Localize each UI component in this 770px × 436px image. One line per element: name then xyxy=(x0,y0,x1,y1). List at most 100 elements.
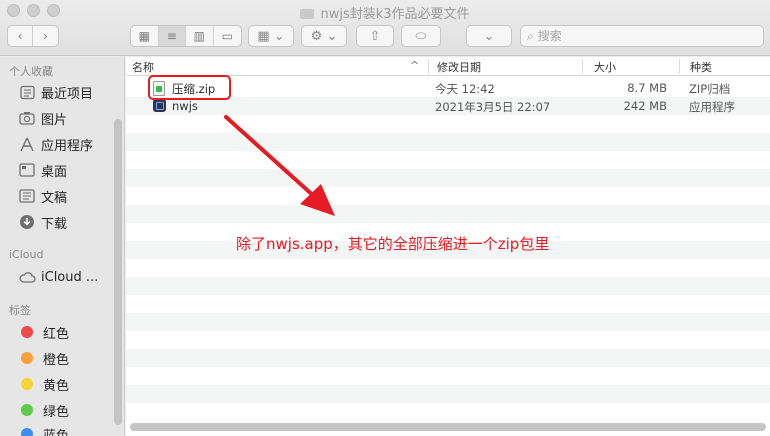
window-title: nwjs封装k3作品必要文件 xyxy=(0,3,770,22)
share-button[interactable]: ⇧ xyxy=(356,25,394,47)
empty-row xyxy=(126,151,770,169)
camera-icon xyxy=(18,110,36,126)
sidebar-item-recents[interactable]: 最近项目 xyxy=(18,81,93,103)
list-view-button[interactable]: ≡ xyxy=(158,26,186,46)
sidebar-item-icloud-drive[interactable]: iCloud ... xyxy=(18,266,98,288)
orange-tag-icon xyxy=(21,352,33,364)
sidebar-tag-yellow[interactable]: 黄色 xyxy=(18,373,69,395)
empty-row xyxy=(126,313,770,331)
sidebar-item-label: 下载 xyxy=(41,216,68,232)
clock-icon xyxy=(18,84,36,100)
sidebar-item-label: 橙色 xyxy=(43,352,70,368)
file-kind: 应用程序 xyxy=(689,100,735,114)
empty-row xyxy=(126,187,770,205)
empty-row xyxy=(126,367,770,385)
search-field[interactable]: ⌕ xyxy=(520,25,764,47)
columns-icon: ▥ xyxy=(193,29,205,43)
sidebar-scrollbar[interactable] xyxy=(114,119,122,425)
empty-row xyxy=(126,133,770,151)
yellow-tag-icon xyxy=(21,378,33,390)
nav-buttons: ‹ › xyxy=(7,25,59,47)
chevron-right-icon: › xyxy=(43,29,48,43)
gallery-view-button[interactable]: ▭ xyxy=(214,26,241,46)
horizontal-scrollbar[interactable] xyxy=(130,423,766,431)
sidebar-item-applications[interactable]: 应用程序 xyxy=(18,133,93,155)
empty-row xyxy=(126,205,770,223)
sidebar-tag-red[interactable]: 红色 xyxy=(18,321,69,343)
sidebar-tag-blue[interactable]: 蓝色 xyxy=(18,423,69,436)
nwjs-app-icon xyxy=(153,99,166,112)
sidebar-tag-green[interactable]: 绿色 xyxy=(18,399,69,421)
share-icon: ⇧ xyxy=(369,28,381,44)
sidebar-item-label: iCloud ... xyxy=(41,269,99,285)
empty-row xyxy=(126,277,770,295)
empty-row xyxy=(126,331,770,349)
favorites-header: 个人收藏 xyxy=(9,65,53,78)
blue-tag-icon xyxy=(21,428,33,436)
empty-row xyxy=(126,349,770,367)
list-icon: ≡ xyxy=(166,29,177,43)
file-name: nwjs xyxy=(172,99,198,113)
sidebar-item-desktop[interactable]: 桌面 xyxy=(18,159,67,181)
empty-row xyxy=(126,259,770,277)
sidebar-item-label: 最近项目 xyxy=(41,86,94,102)
green-tag-icon xyxy=(21,404,33,416)
empty-row xyxy=(126,385,770,403)
sort-indicator-icon: ^ xyxy=(410,59,420,72)
tag-icon: ⬭ xyxy=(415,28,427,44)
apps-icon xyxy=(18,136,36,152)
column-modified[interactable]: 修改日期 xyxy=(437,59,481,75)
file-kind: ZIP归档 xyxy=(689,82,731,96)
chevron-left-icon: ‹ xyxy=(17,29,23,43)
column-header: 名称 ^ 修改日期 大小 种类 xyxy=(126,57,770,76)
grid-icon: ▦ xyxy=(138,29,150,43)
search-input[interactable] xyxy=(537,29,738,43)
download-icon xyxy=(18,214,36,230)
view-mode-segment: ▦ ≡ ▥ ▭ xyxy=(130,25,242,47)
sidebar-item-label: 图片 xyxy=(41,112,68,128)
sidebar-item-label: 应用程序 xyxy=(41,138,94,154)
sidebar-tag-orange[interactable]: 橙色 xyxy=(18,347,69,369)
column-separator xyxy=(428,59,429,74)
empty-row xyxy=(126,169,770,187)
column-name[interactable]: 名称 xyxy=(132,59,154,75)
sidebar-item-downloads[interactable]: 下载 xyxy=(18,211,67,233)
highlight-box xyxy=(148,75,231,100)
annotation-text: 除了nwjs.app，其它的全部压缩进一个zip包里 xyxy=(236,235,550,253)
red-tag-icon xyxy=(21,326,33,338)
cloud-icon xyxy=(18,269,36,285)
empty-row xyxy=(126,295,770,313)
back-button[interactable]: ‹ xyxy=(8,26,33,46)
sidebar: 个人收藏 最近项目 图片 应用程序 桌面 文稿 下载 iCloud iCloud… xyxy=(0,57,125,436)
chevron-down-icon: ⌄ xyxy=(483,28,495,44)
column-size[interactable]: 大小 xyxy=(594,59,616,75)
search-icon: ⌕ xyxy=(527,28,534,43)
column-view-button[interactable]: ▥ xyxy=(186,26,214,46)
empty-row xyxy=(126,115,770,133)
sidebar-item-label: 文稿 xyxy=(41,190,68,206)
sidebar-item-documents[interactable]: 文稿 xyxy=(18,185,67,207)
desktop-icon xyxy=(18,162,36,178)
column-separator xyxy=(679,59,680,74)
file-size: 8.7 MB xyxy=(627,81,667,95)
sidebar-item-label: 绿色 xyxy=(43,404,70,420)
sidebar-item-label: 桌面 xyxy=(41,164,68,180)
file-size: 242 MB xyxy=(623,99,667,113)
document-icon xyxy=(18,188,36,204)
tag-button[interactable]: ⬭ xyxy=(401,25,441,47)
forward-button[interactable]: › xyxy=(33,26,58,46)
gear-icon: ⚙ ⌄ xyxy=(310,28,338,44)
gallery-icon: ▭ xyxy=(221,29,233,43)
action-menu-button[interactable]: ⚙ ⌄ xyxy=(301,25,347,47)
path-dropdown[interactable]: ⌄ xyxy=(466,25,512,47)
sidebar-item-pictures[interactable]: 图片 xyxy=(18,107,67,129)
folder-icon xyxy=(300,9,315,19)
icon-view-button[interactable]: ▦ xyxy=(131,26,159,46)
column-separator xyxy=(582,59,583,74)
group-menu-button[interactable]: ▦ ⌄ xyxy=(248,25,294,47)
empty-row xyxy=(126,403,770,421)
sidebar-item-label: 蓝色 xyxy=(43,428,70,436)
file-modified: 今天 12:42 xyxy=(435,82,495,96)
column-kind[interactable]: 种类 xyxy=(690,59,712,75)
file-modified: 2021年3月5日 22:07 xyxy=(435,100,551,114)
